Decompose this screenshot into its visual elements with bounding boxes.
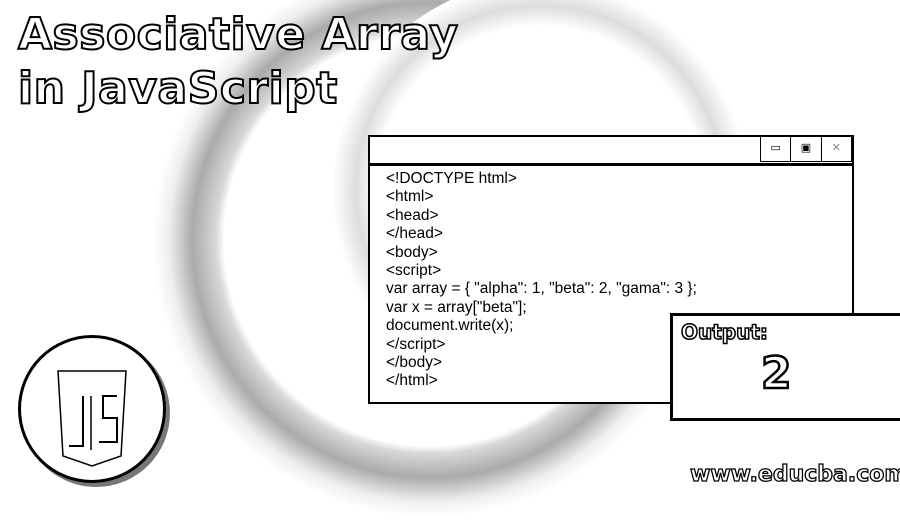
output-label: Output: [680, 319, 768, 345]
output-panel: Output: 2 [670, 313, 900, 421]
code-line: <!DOCTYPE html> [386, 170, 517, 187]
code-line: <script> [386, 262, 442, 280]
code-line: <head> [386, 206, 439, 224]
maximize-icon[interactable]: ▣ [791, 137, 822, 161]
site-watermark: www.educba.com [689, 461, 900, 487]
code-line: var array = { "alpha": 1, "beta": 2, "ga… [386, 280, 697, 298]
output-value: 2 [760, 347, 793, 401]
code-line: </head> [386, 225, 443, 243]
javascript-logo [18, 335, 166, 483]
code-line: <body> [386, 243, 438, 261]
title-line-1: Associative Array [17, 8, 459, 61]
window-title-bar: ▭ ▣ ✕ [370, 137, 852, 166]
page-title: Associative Array in JavaScript [17, 8, 459, 116]
code-line: <html> [386, 188, 434, 206]
window-controls: ▭ ▣ ✕ [760, 137, 852, 162]
close-icon[interactable]: ✕ [822, 137, 851, 161]
js-shield-icon [57, 370, 127, 467]
minimize-icon[interactable]: ▭ [761, 137, 792, 161]
title-line-2: in JavaScript [17, 62, 338, 115]
